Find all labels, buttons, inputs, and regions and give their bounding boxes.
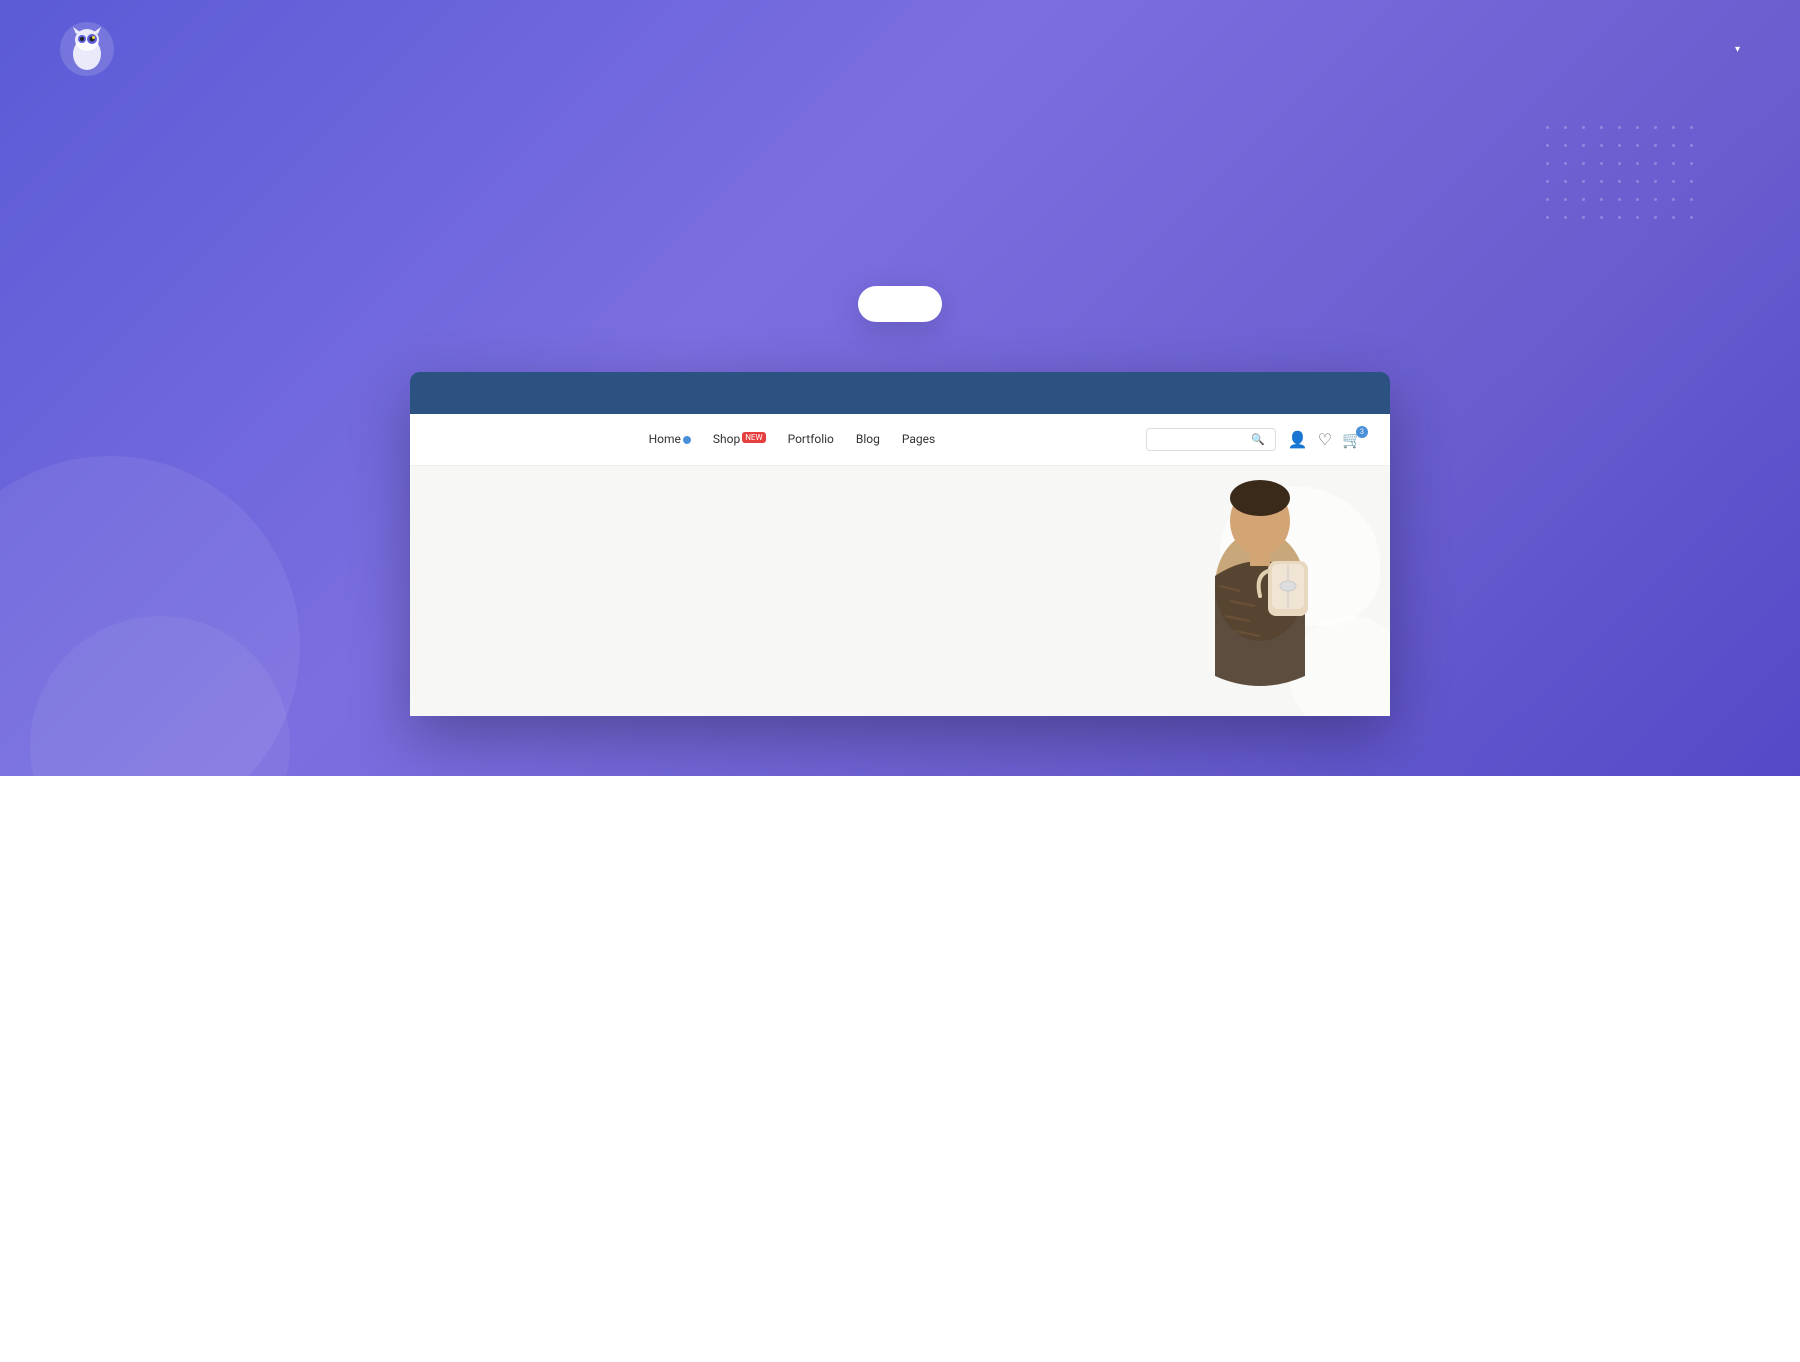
user-icon: 👤 [1288, 430, 1308, 449]
cta-button[interactable] [858, 286, 942, 322]
logo-icon [60, 22, 114, 76]
chevron-down-icon: ▾ [1735, 44, 1740, 55]
browser-frame: Home ShopNEW Portfolio Blog Pages 🔍 👤 ♡ … [410, 372, 1390, 716]
inner-hero-section [410, 466, 1390, 716]
search-icon: 🔍 [1251, 433, 1265, 446]
inner-nav-actions: 🔍 👤 ♡ 🛒 3 [1146, 428, 1362, 451]
inner-nav-portfolio: Portfolio [788, 432, 834, 446]
inner-site-nav: Home ShopNEW Portfolio Blog Pages 🔍 👤 ♡ … [410, 414, 1390, 466]
wishlist-icon: ♡ [1318, 430, 1332, 449]
inner-action-icons: 👤 ♡ 🛒 3 [1288, 430, 1362, 449]
inner-hero-title [442, 516, 900, 578]
inner-hero-image [932, 466, 1390, 716]
inner-hero-text [410, 466, 932, 716]
browser-announcement-bar [410, 372, 1390, 414]
shop-badge: NEW [742, 432, 765, 443]
logo-link[interactable] [60, 22, 124, 76]
main-nav: ▾ [1541, 44, 1740, 55]
person-svg [1160, 466, 1360, 716]
dot-grid-decoration: const grid = document.querySelector('.do… [1540, 120, 1720, 240]
inner-search-box: 🔍 [1146, 428, 1276, 451]
inner-nav-links: Home ShopNEW Portfolio Blog Pages [649, 432, 936, 446]
inner-nav-blog: Blog [856, 432, 880, 446]
inner-nav-pages: Pages [902, 432, 935, 446]
cart-icon: 🛒 3 [1342, 430, 1362, 449]
site-header: ▾ [0, 0, 1800, 98]
inner-nav-shop: ShopNEW [713, 432, 766, 446]
nav-help[interactable]: ▾ [1731, 44, 1740, 55]
inner-nav-home: Home [649, 432, 691, 446]
browser-mockup: Home ShopNEW Portfolio Blog Pages 🔍 👤 ♡ … [410, 372, 1390, 716]
